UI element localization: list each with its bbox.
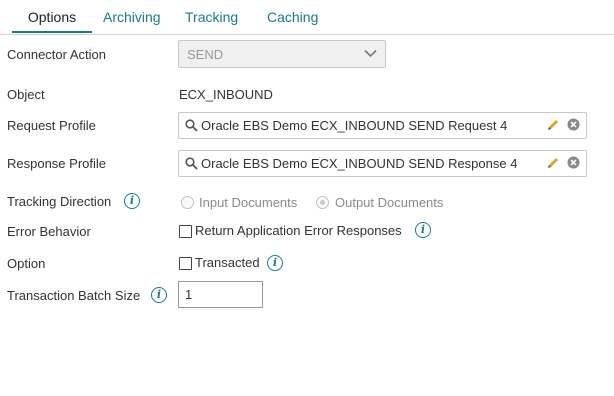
object-label: Object [7,87,45,102]
request-profile-label: Request Profile [7,118,96,133]
request-profile-value: Oracle EBS Demo ECX_INBOUND SEND Request… [201,118,508,133]
response-profile-field[interactable]: Oracle EBS Demo ECX_INBOUND SEND Respons… [178,150,587,177]
tab-bar: Options Archiving Tracking Caching [0,0,614,35]
tab-tracking[interactable]: Tracking [185,0,238,33]
clear-icon[interactable] [567,156,580,169]
request-profile-field[interactable]: Oracle EBS Demo ECX_INBOUND SEND Request… [178,112,587,139]
chevron-down-icon [364,49,377,58]
response-profile-label: Response Profile [7,156,106,171]
transacted-checkbox[interactable] [179,257,192,270]
error-behavior-label: Error Behavior [7,224,91,239]
info-icon[interactable]: i [267,255,283,271]
transaction-batch-size-label: Transaction Batch Size [7,288,141,303]
option-label: Option [7,256,46,271]
tracking-direction-label: Tracking Direction [7,194,112,209]
transaction-batch-size-input[interactable]: 1 [178,281,263,308]
radio-output-documents[interactable] [316,196,329,209]
return-error-responses-label: Return Application Error Responses [195,223,402,238]
info-icon[interactable]: i [124,193,140,209]
info-icon[interactable]: i [415,222,431,238]
radio-input-documents[interactable] [181,196,194,209]
pencil-icon[interactable] [547,156,560,169]
tab-options[interactable]: Options [12,0,92,33]
search-icon [185,119,198,132]
tab-caching[interactable]: Caching [267,0,318,33]
object-value: ECX_INBOUND [179,87,273,102]
radio-output-documents-label: Output Documents [335,195,444,210]
response-profile-value: Oracle EBS Demo ECX_INBOUND SEND Respons… [201,156,518,171]
connector-action-label: Connector Action [7,47,107,62]
connector-action-value: SEND [187,47,224,62]
transacted-label: Transacted [195,255,260,270]
return-error-responses-checkbox[interactable] [179,225,192,238]
pencil-icon[interactable] [547,118,560,131]
search-icon [185,157,198,170]
clear-icon[interactable] [567,118,580,131]
radio-input-documents-label: Input Documents [199,195,298,210]
transaction-batch-size-value: 1 [185,287,193,302]
tab-archiving[interactable]: Archiving [103,0,161,33]
connector-action-select[interactable]: SEND [178,40,386,68]
info-icon[interactable]: i [151,287,167,303]
